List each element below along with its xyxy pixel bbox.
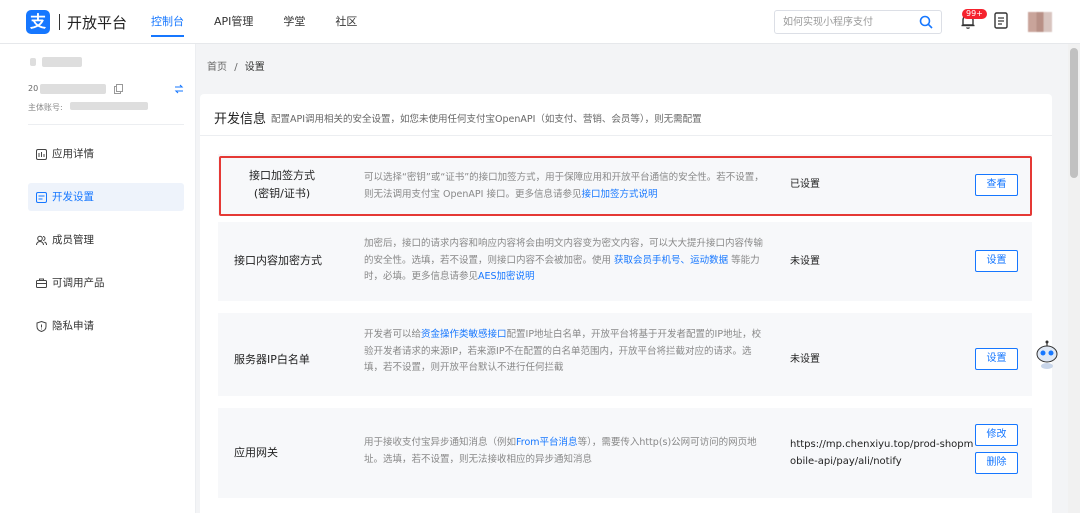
copy-icon[interactable] <box>114 84 123 94</box>
breadcrumb-home[interactable]: 首页 <box>207 62 227 73</box>
setting-row-ip-whitelist: 服务器IP白名单 开发者可以给资金操作类敏感接口配置IP地址白名单，开放平台将基… <box>218 313 1032 396</box>
sidebar-item-privacy[interactable]: 隐私申请 <box>28 312 184 340</box>
nav-console[interactable]: 控制台 <box>151 0 184 44</box>
avatar[interactable] <box>1028 12 1052 32</box>
sidebar-menu: 应用详情 开发设置 成员管理 可调用产品 隐私申请 <box>28 124 184 340</box>
account-name-blur <box>42 57 82 67</box>
main-account-label: 主体账号: <box>28 103 63 112</box>
search-icon[interactable] <box>919 15 933 29</box>
sidebar-item-label: 开发设置 <box>52 191 94 203</box>
nav-api-management[interactable]: API管理 <box>214 0 253 44</box>
row-name: 服务器IP白名单 <box>234 351 310 369</box>
sidebar-item-label: 隐私申请 <box>52 320 94 332</box>
logo-divider <box>59 14 60 30</box>
alipay-logo-icon: 支 <box>26 10 50 34</box>
row-name-line: 接口内容加密方式 <box>234 254 322 267</box>
main-account-blur <box>70 102 148 110</box>
top-bar: 支 开放平台 控制台 API管理 学堂 社区 99+ <box>0 0 1080 44</box>
set-button[interactable]: 设置 <box>975 250 1018 272</box>
breadcrumb-separator: / <box>234 62 238 73</box>
gateway-url-line: https://mp.chenxiyu.top/prod-shopm <box>790 439 974 450</box>
products-icon <box>36 278 47 288</box>
aes-doc-link[interactable]: AES加密说明 <box>478 271 535 282</box>
setting-row-content-encryption: 接口内容加密方式 加密后，接口的请求内容和响应内容将会由明文内容变为密文内容，可… <box>218 222 1032 301</box>
account-avatar-blur <box>30 58 36 66</box>
setting-row-app-gateway: 应用网关 用于接收支付宝异步通知消息（例如From平台消息等），需要传入http… <box>218 408 1032 498</box>
section-subtitle: 配置API调用相关的安全设置，如您未使用任何支付宝OpenAPI（如支付、营销、… <box>271 114 702 125</box>
highlight-box <box>219 156 1032 216</box>
desc-text: 开发者可以给 <box>364 329 422 340</box>
desc-text: 、 <box>680 254 691 266</box>
card-divider <box>200 135 1052 136</box>
sidebar-item-label: 成员管理 <box>52 234 94 246</box>
notification-badge: 99+ <box>962 9 987 19</box>
app-detail-icon <box>36 149 47 160</box>
modify-button[interactable]: 修改 <box>975 424 1018 446</box>
sidebar-item-members[interactable]: 成员管理 <box>28 226 184 254</box>
desc-text: 用于接收支付宝异步通知消息（例如 <box>364 437 517 448</box>
nav-community[interactable]: 社区 <box>335 0 357 44</box>
search-input[interactable] <box>775 11 909 33</box>
switch-account-icon[interactable] <box>174 84 184 94</box>
sensitive-api-link[interactable]: 资金操作类敏感接口 <box>421 329 507 340</box>
sidebar-item-app-detail[interactable]: 应用详情 <box>28 140 184 168</box>
delete-button[interactable]: 删除 <box>975 452 1018 474</box>
privacy-icon <box>36 321 47 332</box>
document-icon[interactable] <box>994 12 1008 29</box>
row-name-line: 应用网关 <box>234 446 278 459</box>
row-description: 开发者可以给资金操作类敏感接口配置IP地址白名单，开放平台将基于开发者配置的IP… <box>364 327 764 377</box>
row-status: 未设置 <box>790 256 820 267</box>
dev-settings-icon <box>36 192 47 203</box>
section-title: 开发信息 <box>214 112 267 127</box>
assistant-robot-icon[interactable] <box>1036 340 1058 370</box>
from-platform-msg-link[interactable]: From平台消息 <box>516 437 578 448</box>
sidebar-item-dev-settings[interactable]: 开发设置 <box>28 183 184 211</box>
sidebar: 20 主体账号: 应用详情 开发设置 成员管理 可调用产品 隐私申请 <box>0 44 196 513</box>
row-description: 加密后，接口的请求内容和响应内容将会由明文内容变为密文内容，可以大大提升接口内容… <box>364 236 764 286</box>
breadcrumb-current: 设置 <box>244 62 265 73</box>
logo[interactable]: 支 开放平台 <box>26 10 127 34</box>
member-phone-link[interactable]: 获取会员手机号 <box>614 255 681 266</box>
logo-text: 开放平台 <box>67 13 128 32</box>
scrollbar[interactable] <box>1068 44 1080 513</box>
sport-data-link[interactable]: 运动数据 <box>690 255 728 266</box>
sidebar-item-label: 可调用产品 <box>52 277 105 289</box>
top-nav: 控制台 API管理 学堂 社区 <box>151 0 387 44</box>
row-name: 应用网关 <box>234 444 278 462</box>
gateway-url-line: obile-api/pay/ali/notify <box>790 456 902 467</box>
members-icon <box>36 235 47 246</box>
row-name: 接口内容加密方式 <box>234 252 322 270</box>
sidebar-item-products[interactable]: 可调用产品 <box>28 269 184 297</box>
gateway-url: https://mp.chenxiyu.top/prod-shopm obile… <box>790 436 973 470</box>
account-id: 20 <box>28 84 39 93</box>
search-box <box>774 10 942 34</box>
nav-academy[interactable]: 学堂 <box>283 0 305 44</box>
row-name-line: 服务器IP白名单 <box>234 353 310 366</box>
row-status: 未设置 <box>790 354 820 365</box>
row-description: 用于接收支付宝异步通知消息（例如From平台消息等），需要传入http(s)公网… <box>364 435 764 468</box>
sidebar-item-label: 应用详情 <box>52 148 94 160</box>
breadcrumb: 首页 / 设置 <box>207 58 265 73</box>
account-id-blur <box>40 84 106 94</box>
set-button[interactable]: 设置 <box>975 348 1018 370</box>
scrollbar-thumb[interactable] <box>1070 48 1078 178</box>
